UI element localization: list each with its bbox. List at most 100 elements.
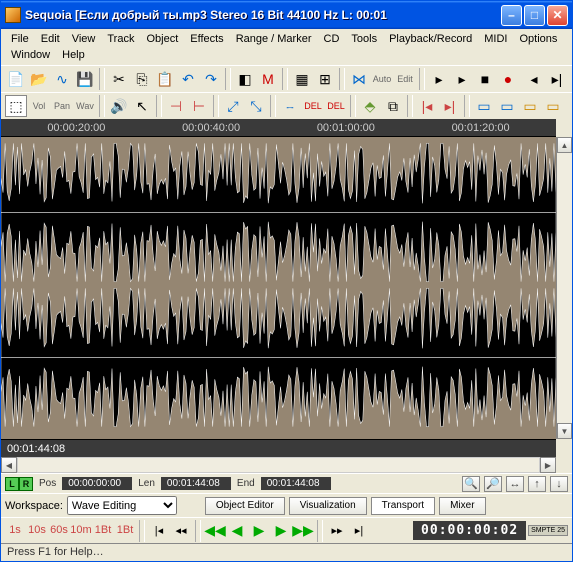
region-a-button[interactable]: ▭	[473, 95, 495, 117]
vol-tool[interactable]: Vol	[28, 95, 50, 117]
mixer-button[interactable]: ◧	[234, 68, 256, 90]
fade-out-button[interactable]: ⤡	[245, 95, 267, 117]
next-button[interactable]: ▸|	[546, 68, 568, 90]
zoom-v-out-button[interactable]: ↓	[550, 476, 568, 492]
snap-button[interactable]: ⊞	[314, 68, 336, 90]
range-right-button[interactable]: ▸|	[439, 95, 461, 117]
env-button[interactable]: ⬘	[359, 95, 381, 117]
menu-playback-record[interactable]: Playback/Record	[383, 31, 478, 47]
zoom-in-button[interactable]: 🔍	[462, 476, 480, 492]
tab-object-editor[interactable]: Object Editor	[205, 497, 285, 515]
new-button[interactable]: 📄	[5, 68, 27, 90]
trim-in-button[interactable]: ⊣	[165, 95, 187, 117]
right-channel-indicator[interactable]: R	[19, 477, 33, 491]
timeline-ruler[interactable]: 00:00:20:00 00:00:40:00 00:01:00:00 00:0…	[1, 119, 556, 137]
zoom-v-in-button[interactable]: ↑	[528, 476, 546, 492]
menu-view[interactable]: View	[66, 31, 102, 47]
range-left-button[interactable]: |◂	[416, 95, 438, 117]
open-button[interactable]: 📂	[28, 68, 50, 90]
fade-in-button[interactable]: ⤢	[222, 95, 244, 117]
scroll-up-icon[interactable]: ▲	[557, 137, 572, 153]
zoom-out-button[interactable]: 🔎	[484, 476, 502, 492]
record-button[interactable]: ●	[497, 68, 519, 90]
titlebar[interactable]: Sequoia [Если добрый ты.mp3 Stereo 16 Bi…	[1, 1, 572, 29]
tab-visualization[interactable]: Visualization	[289, 497, 367, 515]
play-fast-fwd-button[interactable]: ▶▶	[293, 521, 313, 541]
marker-1s[interactable]: 1s	[5, 520, 25, 540]
auto-button[interactable]: Auto	[371, 68, 393, 90]
workspace-select[interactable]: Wave Editing	[67, 496, 177, 515]
select-tool[interactable]: ⬚	[5, 95, 27, 117]
menu-midi[interactable]: MIDI	[478, 31, 513, 47]
glue-button[interactable]: ⧉	[382, 95, 404, 117]
play-start-button[interactable]: ▸	[428, 68, 450, 90]
to-end-button[interactable]: ▸|	[349, 521, 369, 541]
maximize-button[interactable]: □	[524, 5, 545, 26]
redo-button[interactable]: ↷	[200, 68, 222, 90]
pan-tool[interactable]: Pan	[51, 95, 73, 117]
menu-range-marker[interactable]: Range / Marker	[230, 31, 318, 47]
play-fwd-button[interactable]: ▶	[271, 521, 291, 541]
to-start-button[interactable]: |◂	[149, 521, 169, 541]
copy-button[interactable]: ⎘	[131, 68, 153, 90]
marker-10m[interactable]: 10m	[71, 520, 91, 540]
trim-out-button[interactable]: ⊢	[188, 95, 210, 117]
scroll-left-icon[interactable]: ◀	[1, 457, 17, 473]
timecode-display[interactable]: 00:00:00:02	[413, 521, 526, 540]
menu-object[interactable]: Object	[140, 31, 184, 47]
pointer-tool[interactable]: ↖	[131, 95, 153, 117]
scroll-down-icon[interactable]: ▼	[557, 423, 572, 439]
end-value[interactable]: 00:01:44:08	[261, 477, 331, 490]
paste-button[interactable]: 📋	[154, 68, 176, 90]
region-b-button[interactable]: ▭	[496, 95, 518, 117]
play-button[interactable]: ▸	[451, 68, 473, 90]
play-rev-button[interactable]: ◀	[227, 521, 247, 541]
marker-60s[interactable]: 60s	[49, 520, 69, 540]
scroll-track[interactable]	[17, 457, 540, 473]
menu-options[interactable]: Options	[513, 31, 563, 47]
tab-transport[interactable]: Transport	[371, 497, 435, 515]
grid-button[interactable]: ▦	[291, 68, 313, 90]
menu-effects[interactable]: Effects	[184, 31, 229, 47]
split-button[interactable]: ⧿	[279, 95, 301, 117]
tab-mixer[interactable]: Mixer	[439, 497, 485, 515]
close-button[interactable]: ✕	[547, 5, 568, 26]
edit-button[interactable]: Edit	[394, 68, 416, 90]
len-value[interactable]: 00:01:44:08	[161, 477, 231, 490]
menu-cd[interactable]: CD	[318, 31, 346, 47]
save-button[interactable]: 💾	[74, 68, 96, 90]
region-c-button[interactable]: ▭	[519, 95, 541, 117]
horizontal-scrollbar[interactable]: ◀ ▶	[1, 457, 556, 473]
waveform-display[interactable]	[1, 137, 556, 439]
wav-tool[interactable]: Wav	[74, 95, 96, 117]
undo-button[interactable]: ↶	[177, 68, 199, 90]
region-d-button[interactable]: ▭	[542, 95, 564, 117]
scroll-right-icon[interactable]: ▶	[540, 457, 556, 473]
zoom-fit-button[interactable]: ↔	[506, 476, 524, 492]
del-right-button[interactable]: DEL	[325, 95, 347, 117]
speaker-icon[interactable]: 🔊	[108, 95, 130, 117]
marker-10s[interactable]: 10s	[27, 520, 47, 540]
wave-button[interactable]: ∿	[51, 68, 73, 90]
ffwd-button[interactable]: ▸▸	[327, 521, 347, 541]
prev-button[interactable]: ◂	[523, 68, 545, 90]
del-left-button[interactable]: DEL	[302, 95, 324, 117]
play-fast-rev-button[interactable]: ◀◀	[205, 521, 225, 541]
minimize-button[interactable]: –	[501, 5, 522, 26]
menu-track[interactable]: Track	[101, 31, 140, 47]
menu-file[interactable]: File	[5, 31, 35, 47]
cut-button[interactable]: ✂	[108, 68, 130, 90]
transport-play-button[interactable]: ▶	[249, 521, 269, 541]
pos-value[interactable]: 00:00:00:00	[62, 477, 132, 490]
marker-1bt-b[interactable]: 1Bt	[115, 520, 135, 540]
rewind-button[interactable]: ◂◂	[171, 521, 191, 541]
menu-edit[interactable]: Edit	[35, 31, 66, 47]
menu-tools[interactable]: Tools	[345, 31, 383, 47]
menu-help[interactable]: Help	[56, 47, 91, 63]
marker-button[interactable]: M	[257, 68, 279, 90]
smpte-indicator[interactable]: SMPTE 25	[528, 525, 568, 536]
stop-button[interactable]: ■	[474, 68, 496, 90]
vertical-scrollbar[interactable]: ▲ ▼	[556, 137, 572, 439]
scroll-track[interactable]	[557, 153, 572, 423]
crossfade-button[interactable]: ⋈	[348, 68, 370, 90]
